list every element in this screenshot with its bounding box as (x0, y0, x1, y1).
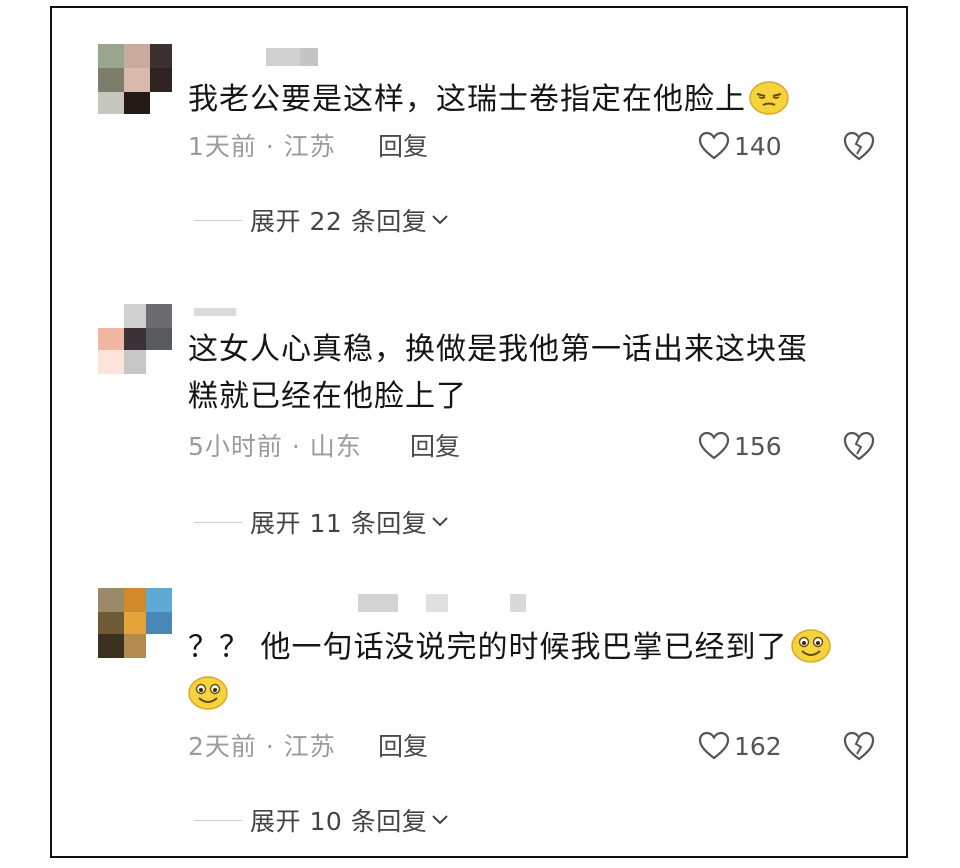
grin-emoji-icon (188, 676, 228, 710)
heart-icon (698, 431, 730, 460)
like-button[interactable]: 156 (698, 428, 782, 464)
avatar[interactable] (98, 588, 172, 658)
divider (194, 521, 242, 523)
broken-heart-icon[interactable] (842, 130, 876, 162)
expand-replies-button[interactable]: 展开 10 条回复 (194, 804, 449, 836)
comment-meta: 1天前 · 江苏 回复 (188, 132, 428, 162)
reply-button[interactable]: 回复 (410, 432, 460, 462)
chevron-down-icon (432, 215, 448, 225)
comment-meta: 2天前 · 江苏 回复 (188, 732, 428, 762)
like-count: 162 (734, 731, 782, 761)
grin-emoji-icon (790, 629, 831, 663)
chevron-down-icon (432, 815, 448, 825)
broken-heart-icon[interactable] (842, 430, 876, 462)
like-count: 156 (734, 431, 782, 461)
chevron-down-icon (432, 517, 448, 527)
avatar[interactable] (98, 304, 172, 374)
avatar[interactable] (98, 44, 172, 114)
expand-replies-button[interactable]: 展开 22 条回复 (194, 204, 449, 236)
comment-text: 这女人心真稳，换做是我他第一话出来这块蛋 糕就已经在他脸上了 (188, 332, 808, 414)
comment-text: 我老公要是这样，这瑞士卷指定在他脸上 (188, 76, 878, 123)
divider (194, 219, 242, 221)
comment-time-location: 2天前 · 江苏 (188, 732, 336, 761)
smirk-emoji-icon (749, 81, 789, 115)
comment-meta: 5小时前 · 山东 回复 (188, 432, 460, 462)
comment-text: ？？ 他一句话没说完的时候我巴掌已经到了 (188, 624, 878, 718)
comment-list: 我老公要是这样，这瑞士卷指定在他脸上 1天前 · 江苏 回复 140 展开 22… (50, 6, 908, 858)
reply-button[interactable]: 回复 (378, 732, 428, 762)
broken-heart-icon[interactable] (842, 730, 876, 762)
comment-time-location: 5小时前 · 山东 (188, 432, 362, 461)
reply-button[interactable]: 回复 (378, 132, 428, 162)
like-button[interactable]: 140 (698, 128, 782, 164)
like-count: 140 (734, 131, 782, 161)
like-button[interactable]: 162 (698, 728, 782, 764)
comment-time-location: 1天前 · 江苏 (188, 132, 336, 161)
divider (194, 819, 242, 821)
heart-icon (698, 731, 730, 760)
heart-icon (698, 131, 730, 160)
expand-replies-button[interactable]: 展开 11 条回复 (194, 506, 449, 538)
